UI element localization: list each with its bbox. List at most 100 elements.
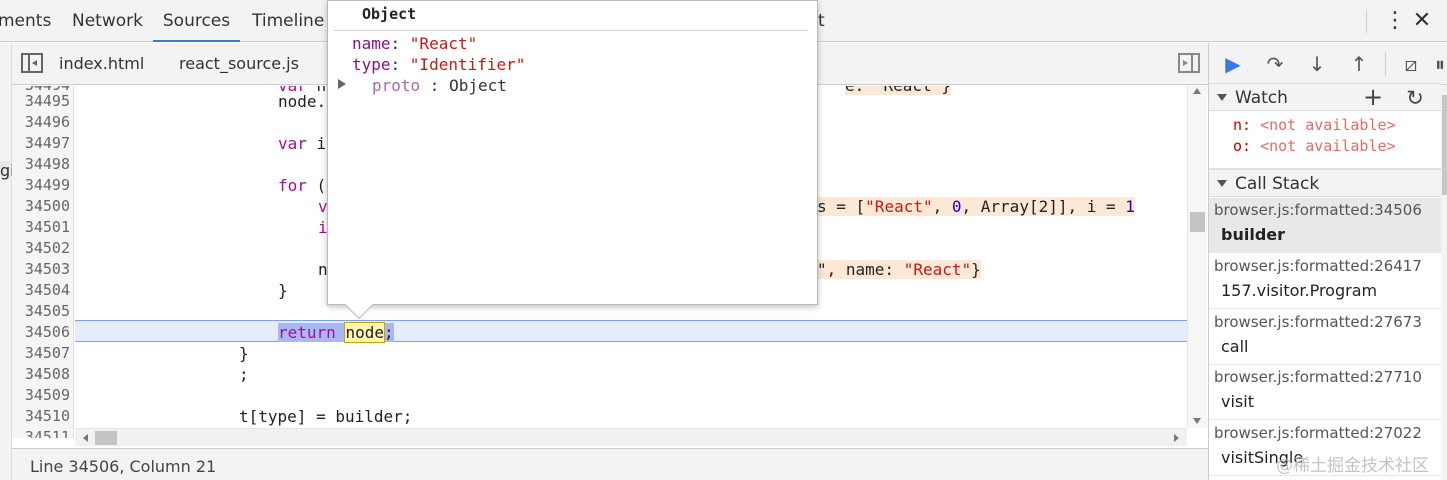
code-token: "React" [903,260,972,279]
call-frame-function: call [1221,337,1249,356]
scroll-right-arrow-icon[interactable] [1174,434,1179,442]
scrollbar-thumb[interactable] [1190,212,1205,232]
kebab-menu-icon[interactable]: ⋮ [1383,8,1407,34]
scroll-left-arrow-icon[interactable] [83,434,88,442]
watch-title: Watch [1235,88,1288,108]
deactivate-breakpoints-icon[interactable]: ⧄ [1397,51,1425,77]
inline-value: ", name: "React"} [817,259,981,280]
call-frame-function: builder [1221,225,1286,244]
code-line: t[type] = builder; [239,407,413,426]
file-tab-react-source[interactable]: react_source.js [179,43,299,85]
watch-item[interactable]: o: <not available> [1233,136,1396,157]
toggle-navigator-icon[interactable] [21,53,43,73]
cursor-position: Line 34506, Column 21 [30,457,217,476]
collapse-triangle-icon[interactable] [1217,180,1227,187]
property-separator: : [390,34,410,53]
line-number[interactable]: 34508 [12,364,70,385]
tab-elements[interactable]: ments [0,0,51,42]
line-number[interactable]: 34507 [12,343,70,364]
line-number[interactable]: 34496 [12,112,70,133]
scroll-up-arrow-icon[interactable] [1193,88,1201,94]
code-line: var i [278,133,326,154]
line-number[interactable]: 34502 [12,238,70,259]
watch-expression: n: [1233,116,1252,134]
property-value: "Identifier" [409,55,526,74]
call-stack-title: Call Stack [1235,174,1320,194]
add-watch-icon[interactable]: + [1361,84,1385,112]
inline-value-text: ", name: "React"} [817,260,981,279]
code-token [335,323,346,342]
debugger-toolbar: ▶ ↷ ↓ ↑ ⧄ ⏸ [1209,43,1447,85]
call-frame[interactable]: browser.js:formatted:27710 visit [1209,365,1441,420]
line-number[interactable]: 34498 [12,154,70,175]
watch-item[interactable]: n: <not available> [1233,115,1396,136]
property-row[interactable]: name: "React" [352,33,477,54]
code-token: 1 [1125,197,1135,216]
line-number[interactable]: 34505 [12,301,70,322]
divider [334,30,808,31]
file-tab-index-html[interactable]: index.html [59,43,144,85]
toggle-debugger-icon[interactable] [1178,53,1200,73]
code-token: , [932,197,952,216]
hovered-identifier[interactable]: node [344,322,385,343]
tab-sources[interactable]: Sources [153,0,240,42]
code-token: , Array[2]], i = [961,197,1126,216]
line-number[interactable]: 34509 [12,385,70,406]
toolbar-divider [1366,9,1367,33]
code-token: var [278,134,307,153]
line-number[interactable]: 34511 [12,427,70,438]
editor-horizontal-scrollbar[interactable] [75,428,1187,446]
line-number[interactable]: 34501 [12,217,70,238]
line-number[interactable]: 34504 [12,280,70,301]
call-frame[interactable]: browser.js:formatted:34506 builder [1209,198,1441,253]
code-token: ( [306,176,327,195]
watch-value: <not available> [1260,116,1396,134]
pause-on-exceptions-icon[interactable]: ⏸ [1433,51,1447,77]
code-token: i [306,134,327,153]
navigator-collapsed-strip: gi [0,43,15,480]
property-value: "React" [409,34,478,53]
inline-value: s = ["React", 0, Array[2]], i = 1 [817,196,1135,217]
collapse-triangle-icon[interactable] [1217,94,1227,101]
line-number[interactable]: 34499 [12,175,70,196]
code-token: } [971,260,981,279]
tab-network[interactable]: Network [72,0,143,42]
call-frame[interactable]: browser.js:formatted:27673 call [1209,310,1441,365]
line-number[interactable]: 34510 [12,406,70,427]
tab-partial[interactable]: t [818,0,825,42]
proto-row[interactable]: proto : Object [372,75,507,96]
editor-vertical-scrollbar[interactable] [1187,86,1207,428]
refresh-icon[interactable]: ↻ [1403,84,1427,112]
line-number[interactable]: 34497 [12,133,70,154]
line-number[interactable]: 34495 [12,91,70,112]
inline-value-text: e: "React"} [845,86,951,95]
code-line-current: return node; [278,322,394,343]
line-number[interactable]: 34500 [12,196,70,217]
tab-timeline[interactable]: Timeline [252,0,324,42]
step-into-icon[interactable]: ↓ [1303,51,1331,77]
close-icon[interactable]: ✕ [1410,8,1434,34]
line-number-current[interactable]: 34506 [12,322,70,343]
call-stack-section-header[interactable]: Call Stack [1209,169,1441,197]
execution-line-highlight [75,320,1187,342]
scrollbar-thumb[interactable] [1442,95,1447,195]
watch-value: <not available> [1260,137,1396,155]
code-token: s = [ [817,197,866,216]
step-over-icon[interactable]: ↷ [1261,51,1289,77]
property-row[interactable]: type: "Identifier" [352,54,525,75]
step-out-icon[interactable]: ↑ [1345,51,1373,77]
call-frame[interactable]: browser.js:formatted:26417 157.visitor.P… [1209,254,1441,309]
call-frame-function: 157.visitor.Program [1221,281,1378,300]
watermark: @稀土掘金技术社区 [1276,456,1429,476]
resume-icon[interactable]: ▶ [1219,51,1247,77]
watch-section-header[interactable]: Watch + ↻ [1209,83,1441,111]
object-preview-popover: Object name: "React" type: "Identifier" … [327,0,818,320]
watch-expression: o: [1233,137,1252,155]
code-token: "React" [865,197,933,216]
expand-triangle-icon[interactable] [338,79,346,89]
scrollbar-thumb[interactable] [95,431,117,445]
code-token: ; [383,323,394,342]
scroll-down-arrow-icon[interactable] [1193,418,1201,424]
line-number[interactable]: 34503 [12,259,70,280]
sidebar-scrollbar[interactable] [1441,85,1447,480]
